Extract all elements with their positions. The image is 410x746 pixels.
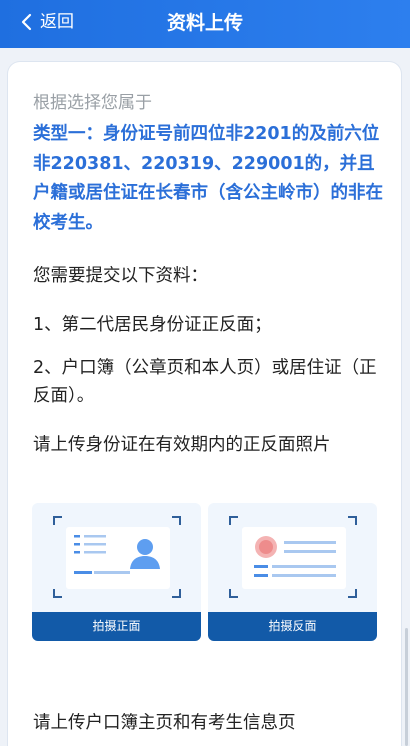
app-header: 返回 资料上传	[0, 0, 410, 48]
required-doc-1: 1、第二代居民身份证正反面；	[33, 315, 272, 335]
id-card-back-illustration	[229, 516, 357, 598]
id-back-upload[interactable]: 拍摄反面	[208, 503, 377, 641]
required-doc-2: 2、户口簿（公章页和本人页）或居住证（正反面）。	[33, 358, 377, 406]
id-card-instruction: 请上传身份证在有效期内的正反面照片	[33, 435, 331, 455]
category-hint: 根据选择您属于	[33, 93, 152, 113]
capture-back-button[interactable]: 拍摄反面	[208, 612, 377, 641]
page-title: 资料上传	[166, 12, 243, 34]
type-description: 类型一：身份证号前四位非2201的及前六位非220381、220319、2290…	[33, 124, 383, 233]
required-docs-intro: 您需要提交以下资料：	[33, 266, 208, 286]
capture-front-button[interactable]: 拍摄正面	[32, 612, 201, 641]
scrollbar[interactable]	[405, 628, 408, 746]
id-front-upload[interactable]: 拍摄正面	[32, 503, 201, 641]
id-card-front-illustration	[53, 516, 181, 598]
content-card: 根据选择您属于 类型一：身份证号前四位非2201的及前六位非220381、220…	[8, 62, 401, 746]
hukou-instruction: 请上传户口簿主页和有考生信息页	[33, 713, 296, 733]
